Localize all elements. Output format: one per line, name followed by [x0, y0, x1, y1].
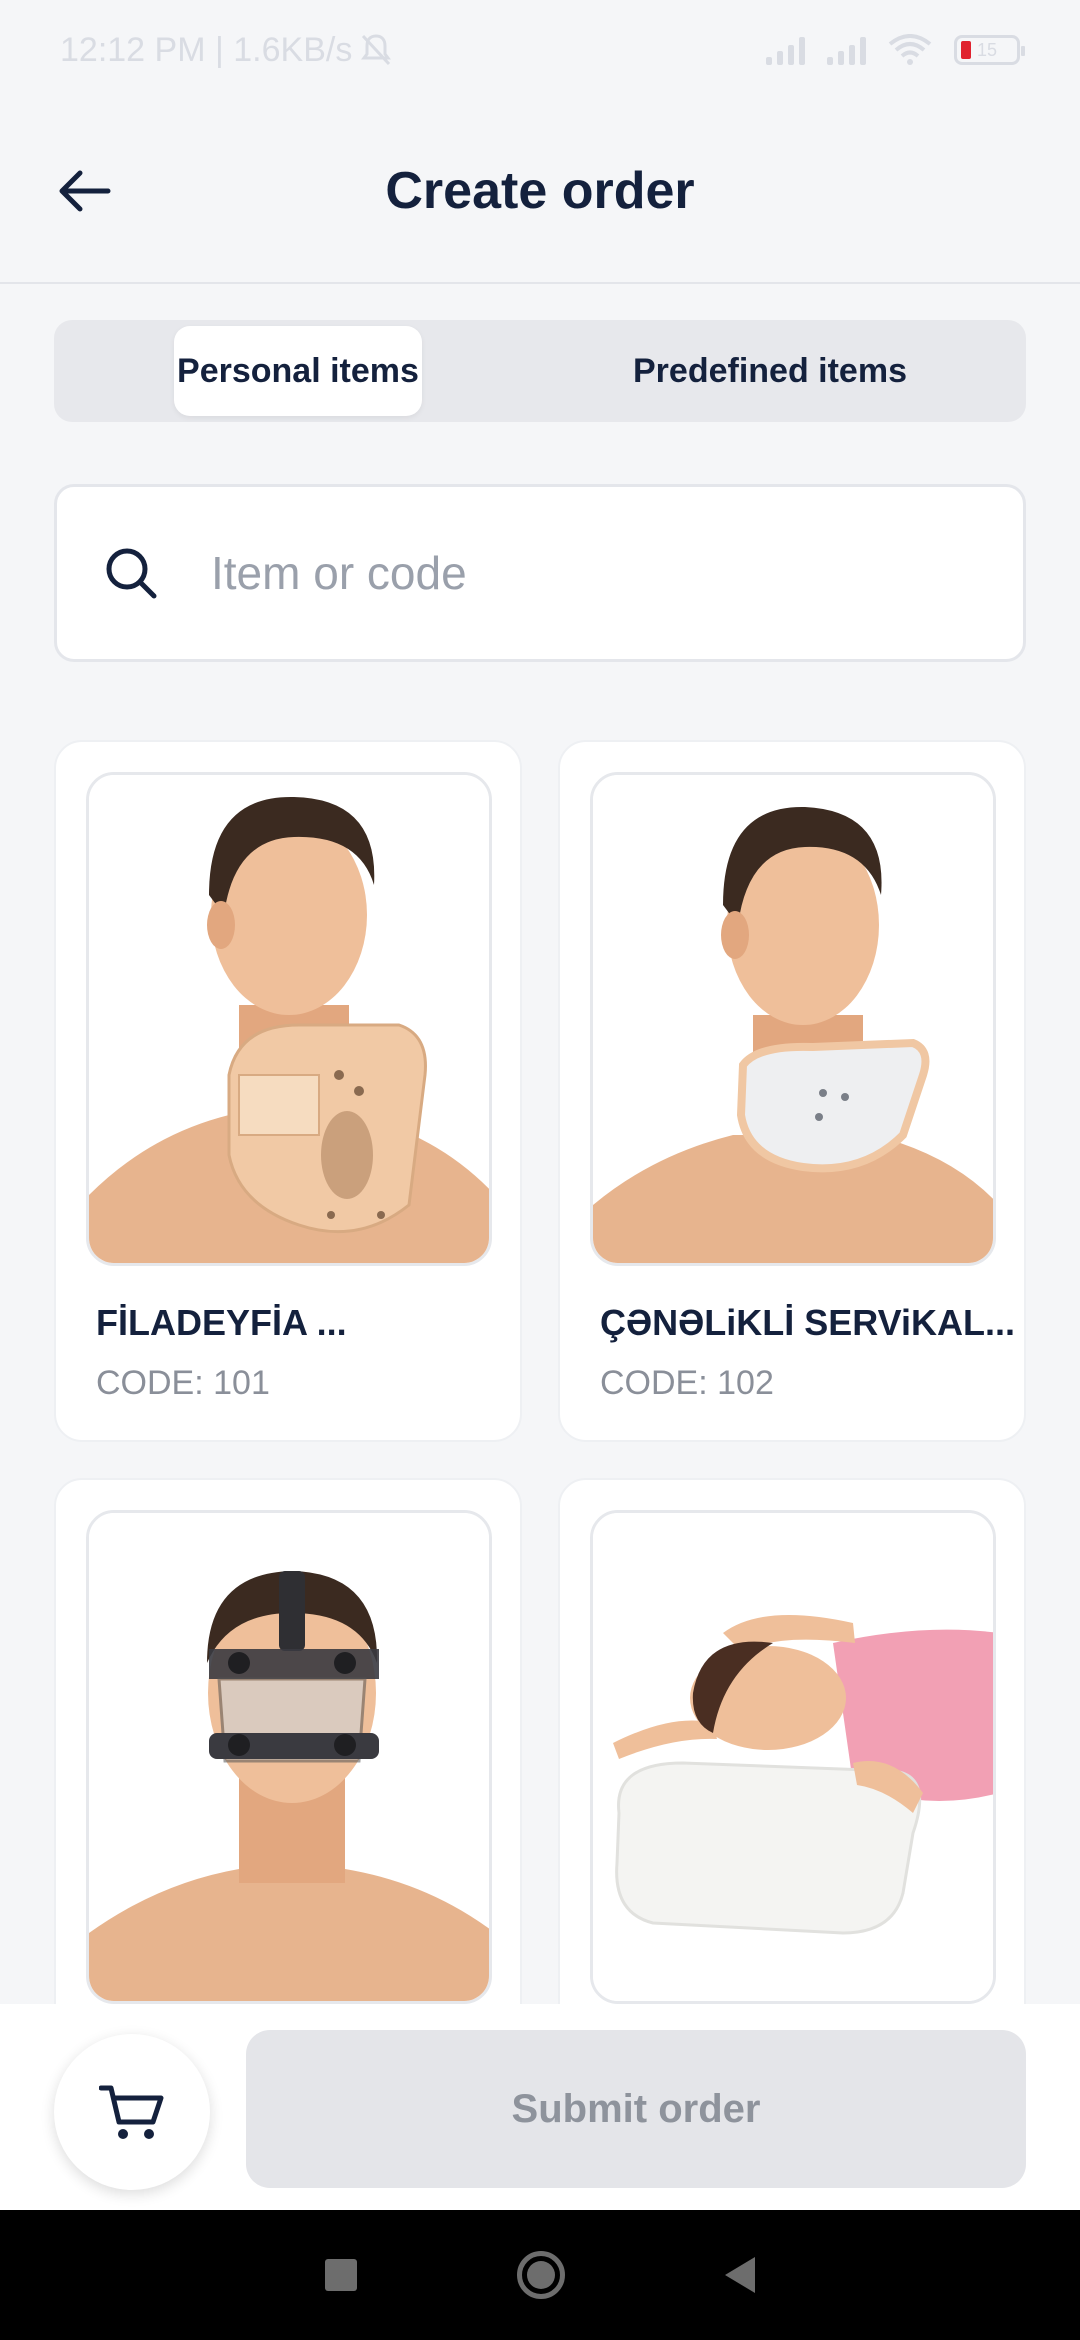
search-icon [101, 543, 161, 603]
item-image [86, 772, 492, 1266]
system-navigation-bar [0, 2210, 1080, 2340]
arrow-left-icon [59, 170, 111, 212]
item-card[interactable]: FİLADEYFİA ... CODE: 101 [54, 740, 522, 1442]
back-nav-icon[interactable] [725, 2257, 755, 2293]
signal-icon [766, 35, 805, 65]
cervical-collar-chin-image [593, 775, 993, 1263]
tab-predefined-items[interactable]: Predefined items [522, 326, 1018, 416]
item-code: CODE: 101 [96, 1364, 270, 1402]
back-button[interactable] [48, 155, 120, 227]
search-box [54, 484, 1026, 662]
submit-order-button[interactable]: Submit order [246, 2030, 1026, 2188]
status-right: 15 [766, 34, 1025, 66]
orthopedic-pillow-image [593, 1513, 993, 2001]
battery-icon: 15 [954, 35, 1025, 65]
item-title: FİLADEYFİA ... [96, 1302, 347, 1343]
cart-icon [99, 2085, 164, 2139]
tab-personal-items[interactable]: Personal items [174, 326, 422, 416]
item-title: ÇƏNƏLiKLİ SERViKAL... [600, 1302, 1015, 1343]
item-image [86, 1510, 492, 2004]
page-title: Create order [385, 162, 695, 220]
status-time: 12:12 PM | 1.6KB/s [60, 30, 353, 69]
cart-button[interactable] [54, 2034, 210, 2190]
wifi-icon [888, 34, 932, 65]
bell-muted-icon [361, 34, 392, 66]
bottom-action-bar: Submit order [0, 2004, 1080, 2210]
cervical-collar-image [89, 775, 489, 1263]
item-code: CODE: 102 [600, 1364, 774, 1402]
item-image [590, 1510, 996, 2004]
status-left: 12:12 PM | 1.6KB/s [60, 31, 392, 70]
search-input[interactable] [211, 546, 911, 600]
recent-apps-icon[interactable] [325, 2259, 357, 2291]
item-card[interactable] [558, 1478, 1026, 2038]
status-bar: 12:12 PM | 1.6KB/s 15 [0, 0, 1080, 100]
app-header: Create order [0, 100, 1080, 284]
item-type-tabs: Personal items Predefined items [54, 320, 1026, 422]
nasal-mask-image [89, 1513, 489, 2001]
battery-level: 15 [977, 39, 998, 60]
item-card[interactable] [54, 1478, 522, 2038]
home-icon[interactable] [517, 2251, 565, 2299]
signal-icon-2 [827, 35, 866, 65]
item-card[interactable]: ÇƏNƏLiKLİ SERViKAL... CODE: 102 [558, 740, 1026, 1442]
item-image [590, 772, 996, 1266]
